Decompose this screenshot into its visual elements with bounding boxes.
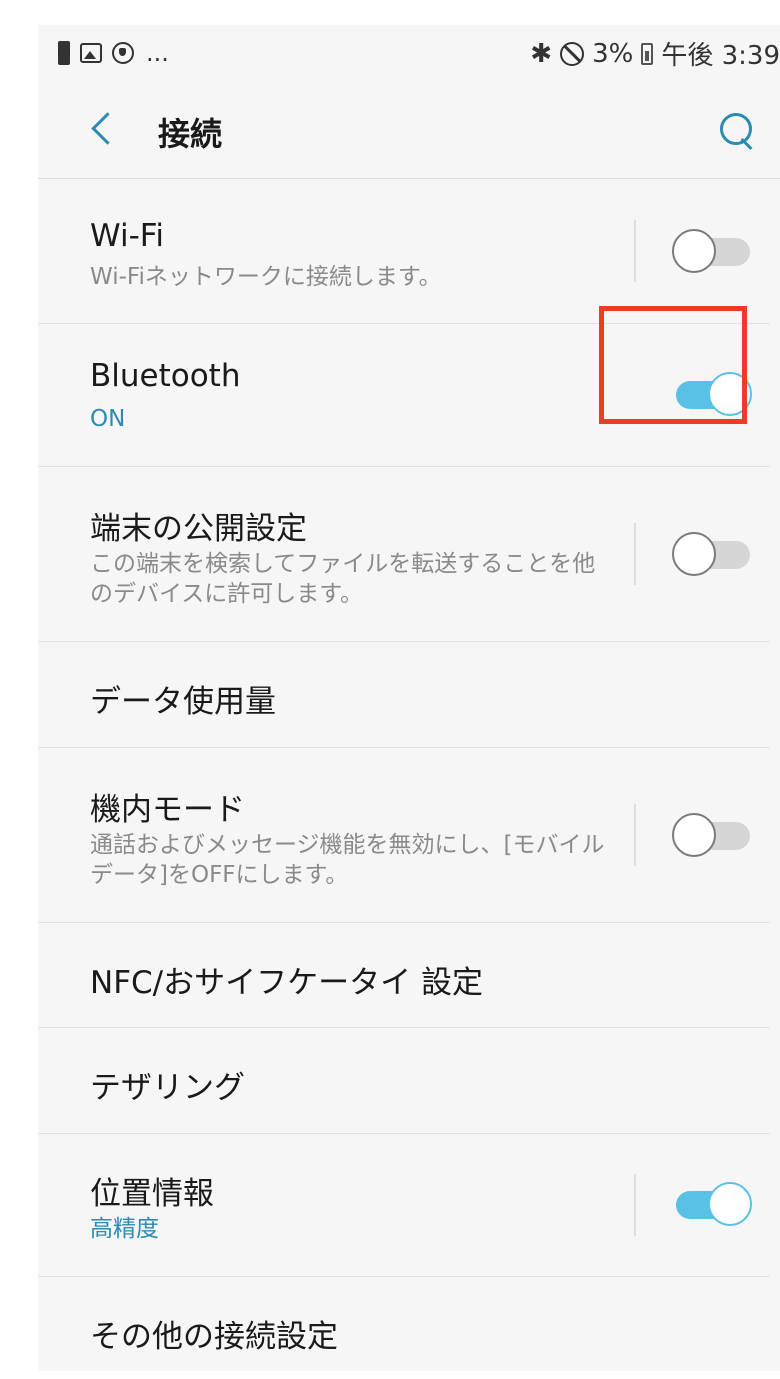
status-time: 午後 3:39 bbox=[661, 41, 780, 71]
item-divider bbox=[634, 804, 636, 866]
item-title: NFC/おサイフケータイ 設定 bbox=[90, 965, 483, 1001]
list-item-nfc[interactable]: NFC/おサイフケータイ 設定 bbox=[38, 923, 770, 1028]
wifi-toggle[interactable] bbox=[672, 229, 752, 273]
toggle-knob bbox=[672, 532, 716, 576]
list-item-airplane-mode[interactable]: 機内モード 通話およびメッセージ機能を無効にし、[モバイルデータ]をOFFにしま… bbox=[38, 748, 770, 923]
settings-screen: ... ✱ 3% 午後 3:39 接続 Wi-Fi Wi-Fiネットワークに接続… bbox=[38, 25, 780, 1371]
toggle-knob bbox=[672, 229, 716, 273]
toggle-knob bbox=[708, 1182, 752, 1226]
item-subtitle: 高精度 bbox=[90, 1216, 159, 1242]
bluetooth-icon: ✱ bbox=[530, 38, 553, 69]
do-not-disturb-icon bbox=[560, 41, 585, 66]
airplane-mode-toggle[interactable] bbox=[672, 813, 752, 857]
item-divider bbox=[634, 220, 636, 282]
item-subtitle: 通話およびメッセージ機能を無効にし、[モバイルデータ]をOFFにします。 bbox=[90, 832, 605, 888]
toggle-knob bbox=[672, 813, 716, 857]
location-toggle[interactable] bbox=[672, 1182, 752, 1226]
image-icon bbox=[80, 43, 102, 63]
status-bar: ... ✱ 3% 午後 3:39 bbox=[38, 25, 780, 81]
battery-small-icon bbox=[58, 41, 70, 65]
list-item-data-usage[interactable]: データ使用量 bbox=[38, 642, 770, 748]
visibility-toggle[interactable] bbox=[672, 532, 752, 576]
battery-percent: 3% bbox=[592, 38, 634, 69]
item-divider bbox=[634, 1174, 636, 1236]
list-item-visibility[interactable]: 端末の公開設定 この端末を検索してファイルを転送することを他のデバイスに許可しま… bbox=[38, 467, 770, 642]
item-title: テザリング bbox=[90, 1070, 245, 1106]
item-subtitle: Wi-Fiネットワークに接続します。 bbox=[90, 264, 442, 290]
status-right: ✱ 3% 午後 3:39 bbox=[530, 35, 780, 72]
item-title: データ使用量 bbox=[90, 684, 276, 720]
item-title: その他の接続設定 bbox=[90, 1319, 338, 1355]
list-item-wifi[interactable]: Wi-Fi Wi-Fiネットワークに接続します。 bbox=[38, 180, 770, 324]
list-item-more-connections[interactable]: その他の接続設定 bbox=[38, 1277, 770, 1371]
highlight-box bbox=[599, 306, 747, 424]
item-title: 機内モード bbox=[90, 792, 245, 828]
item-divider bbox=[634, 523, 636, 585]
list-item-tethering[interactable]: テザリング bbox=[38, 1028, 770, 1134]
list-item-location[interactable]: 位置情報 高精度 bbox=[38, 1134, 770, 1277]
item-subtitle: この端末を検索してファイルを転送することを他のデバイスに許可します。 bbox=[90, 551, 596, 607]
shield-icon bbox=[112, 42, 134, 64]
item-title: Wi-Fi bbox=[90, 218, 164, 254]
search-icon[interactable] bbox=[718, 111, 758, 151]
item-title: 位置情報 bbox=[90, 1176, 214, 1212]
item-subtitle: ON bbox=[90, 406, 126, 432]
status-overflow: ... bbox=[146, 39, 169, 67]
item-title: 端末の公開設定 bbox=[90, 511, 307, 547]
battery-icon bbox=[641, 42, 654, 65]
app-bar: 接続 bbox=[38, 81, 780, 179]
back-arrow-icon[interactable] bbox=[88, 111, 114, 147]
page-title: 接続 bbox=[158, 115, 223, 153]
item-title: Bluetooth bbox=[90, 358, 241, 394]
status-left-icons: ... bbox=[58, 39, 169, 67]
